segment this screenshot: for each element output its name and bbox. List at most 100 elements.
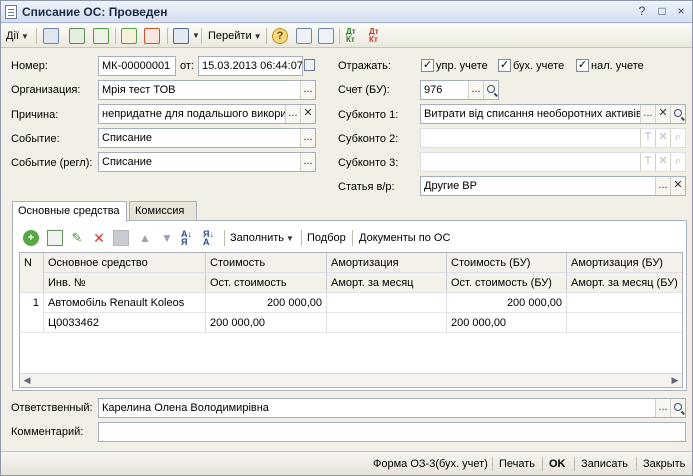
action-separator <box>542 457 543 471</box>
account-search-button[interactable] <box>483 81 498 99</box>
column-header-amort-month[interactable]: Аморт. за месяц <box>327 273 447 293</box>
list-settings-icon[interactable] <box>318 28 334 44</box>
tab-commission[interactable]: Комиссия <box>129 201 197 221</box>
maximize-button[interactable]: □ <box>654 4 670 19</box>
column-header-amortization-bu[interactable]: Амортизация (БУ) <box>567 253 682 273</box>
fill-menu[interactable]: Заполнить ▼ <box>230 230 294 246</box>
subconto1-search-button[interactable] <box>670 105 685 123</box>
subconto1-clear-icon[interactable]: ✕ <box>655 105 670 123</box>
subconto1-field[interactable]: Витрати від списання необоротних активів… <box>420 104 686 124</box>
edit-icon[interactable] <box>43 28 59 44</box>
row-number-cell[interactable]: 1 <box>20 293 44 333</box>
asset-name-cell[interactable]: Автомобіль Renault Koleos <box>44 293 206 313</box>
amortization-bu-cell[interactable] <box>567 293 682 313</box>
help-icon[interactable]: ? <box>272 28 288 44</box>
event-select-button[interactable]: ... <box>300 129 315 147</box>
comment-field[interactable] <box>98 422 686 442</box>
event-field[interactable]: Списание ... <box>98 128 316 148</box>
article-field[interactable]: Другие ВР ... ✕ <box>420 176 686 196</box>
sort-asc-icon[interactable]: A↓ Я <box>181 230 197 247</box>
reason-field[interactable]: непридатне для подальшого викори ... ✕ <box>98 104 316 124</box>
event-value: Списание <box>102 132 152 144</box>
residual-cost-bu-cell[interactable]: 200 000,00 <box>447 313 567 333</box>
documents-by-asset-button[interactable]: Документы по ОС <box>359 230 450 246</box>
subconto1-select-button[interactable]: ... <box>640 105 655 123</box>
event-reg-field[interactable]: Списание ... <box>98 152 316 172</box>
add-row-icon[interactable]: + <box>23 230 39 246</box>
action-separator <box>636 457 637 471</box>
date-field[interactable]: 15.03.2013 06:44:07 <box>198 56 303 76</box>
responsible-select-button[interactable]: ... <box>655 399 670 417</box>
column-header-inventory-number[interactable]: Инв. № <box>44 273 206 293</box>
organization-value: Мрія тест ТОВ <box>102 84 176 96</box>
table-view-icon[interactable] <box>296 28 312 44</box>
dt-kt-icon[interactable]: Дт Кт <box>346 28 362 44</box>
account-select-button[interactable]: ... <box>468 81 483 99</box>
number-field[interactable]: МК-00000001 <box>98 56 176 76</box>
article-clear-icon[interactable]: ✕ <box>670 177 685 195</box>
article-select-button[interactable]: ... <box>655 177 670 195</box>
responsible-search-button[interactable] <box>670 399 685 417</box>
close-window-button[interactable]: × <box>673 4 689 19</box>
goto-menu[interactable]: Перейти ▼ <box>208 27 262 45</box>
inventory-number-cell[interactable]: Ц0033462 <box>44 313 206 333</box>
cost-bu-cell[interactable]: 200 000,00 <box>447 293 567 313</box>
tax-accounting-checkbox[interactable]: ✓ <box>576 59 589 72</box>
calendar-icon[interactable] <box>304 59 315 71</box>
post-document-icon[interactable] <box>121 28 137 44</box>
copy-row-icon[interactable] <box>47 230 63 246</box>
residual-cost-cell[interactable]: 200 000,00 <box>206 313 327 333</box>
save-row-icon <box>113 230 129 246</box>
reason-select-button[interactable]: ... <box>285 105 300 123</box>
event-reg-select-button[interactable]: ... <box>300 153 315 171</box>
edit-row-icon[interactable]: ✎ <box>69 230 85 246</box>
mgmt-accounting-checkbox[interactable]: ✓ <box>421 59 434 72</box>
search-icon <box>674 109 682 117</box>
amortization-cell[interactable] <box>327 293 447 313</box>
chevron-down-icon[interactable]: ▼ <box>192 31 200 40</box>
responsible-field[interactable]: Карелина Олена Володимирівна ... <box>98 398 686 418</box>
scroll-left-icon[interactable]: ◀ <box>20 374 34 387</box>
print-form-button[interactable]: Форма ОЗ-3(бух. учет) <box>373 456 488 472</box>
column-header-residual-cost[interactable]: Ост. стоимость <box>206 273 327 293</box>
subconto2-field[interactable]: T ✕ ⌕ <box>420 128 686 148</box>
amort-month-bu-cell[interactable] <box>567 313 682 333</box>
organization-field[interactable]: Мрія тест ТОВ ... <box>98 80 316 100</box>
book-accounting-checkbox[interactable]: ✓ <box>498 59 511 72</box>
print-button[interactable]: Печать <box>499 456 535 472</box>
save-button[interactable]: Записать <box>581 456 628 472</box>
organization-select-button[interactable]: ... <box>300 81 315 99</box>
refresh-icon[interactable] <box>69 28 85 44</box>
scroll-right-icon[interactable]: ▶ <box>668 374 682 387</box>
help-title-button[interactable]: ? <box>634 4 650 19</box>
select-button[interactable]: Подбор <box>307 230 346 246</box>
subconto3-search-icon: ⌕ <box>670 153 685 171</box>
column-header-cost[interactable]: Стоимость <box>206 253 327 273</box>
column-header-amort-month-bu[interactable]: Аморт. за месяц (БУ) <box>567 273 682 293</box>
sort-desc-icon[interactable]: Я↓ A <box>203 230 219 247</box>
copy-icon[interactable] <box>93 28 109 44</box>
unpost-document-icon[interactable] <box>144 28 160 44</box>
actions-menu[interactable]: Дії ▼ <box>6 27 29 45</box>
dt-kt-n-icon[interactable]: Дт Кт <box>369 28 385 44</box>
column-header-asset[interactable]: Основное средство <box>44 253 206 273</box>
document-icon <box>5 5 17 19</box>
structure-icon[interactable] <box>173 28 189 44</box>
account-field[interactable]: 976 ... <box>420 80 499 100</box>
reason-value: непридатне для подальшого викори <box>102 108 287 120</box>
cost-cell[interactable]: 200 000,00 <box>206 293 327 313</box>
amort-month-cell[interactable] <box>327 313 447 333</box>
column-header-residual-cost-bu[interactable]: Ост. стоимость (БУ) <box>447 273 567 293</box>
delete-row-icon[interactable]: ✕ <box>91 230 107 246</box>
tab-fixed-assets[interactable]: Основные средства <box>12 201 127 222</box>
reason-clear-icon[interactable]: ✕ <box>300 105 315 123</box>
horizontal-scrollbar[interactable]: ◀ ▶ <box>20 373 682 387</box>
column-header-amortization[interactable]: Амортизация <box>327 253 447 273</box>
main-toolbar: Дії ▼ ▼ Перейти ▼ ? Дт Кт Дт Кт <box>1 24 692 48</box>
subconto3-field[interactable]: T ✕ ⌕ <box>420 152 686 172</box>
column-header-n[interactable]: N <box>20 253 44 293</box>
ok-button[interactable]: OK <box>549 456 566 472</box>
column-header-cost-bu[interactable]: Стоимость (БУ) <box>447 253 567 273</box>
reflect-label: Отражать: <box>338 60 391 72</box>
close-button[interactable]: Закрыть <box>643 456 685 472</box>
